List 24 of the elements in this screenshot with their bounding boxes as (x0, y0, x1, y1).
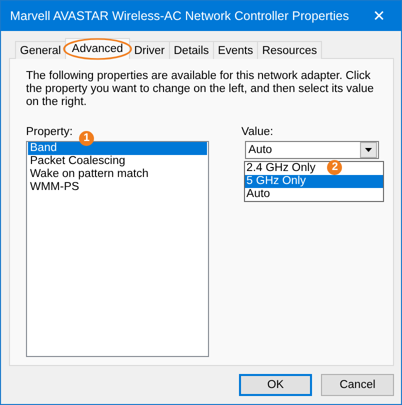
dropdown-arrow-icon (365, 148, 372, 152)
dropdown-option[interactable]: Auto (245, 188, 270, 201)
tab[interactable]: General (15, 41, 66, 59)
step-badge: 2 (327, 160, 342, 175)
tab[interactable]: Events (212, 41, 258, 59)
dropdown-option[interactable]: 2.4 GHz Only (245, 162, 316, 175)
property-item[interactable]: Wake on pattern match (28, 168, 208, 181)
tab[interactable]: Advanced (64, 38, 130, 59)
tab[interactable]: Details (168, 41, 214, 59)
property-label: Property: (26, 126, 73, 139)
cancel-button[interactable]: Cancel (321, 374, 394, 396)
property-item[interactable]: Band (28, 142, 208, 155)
ok-button[interactable]: OK (239, 374, 312, 396)
close-button[interactable]: ✕ (357, 1, 401, 31)
property-item[interactable]: WMM-PS (28, 181, 208, 194)
dropdown-option[interactable]: 5 GHz Only (245, 175, 384, 188)
value-label: Value: (241, 126, 274, 139)
tab[interactable]: Driver (129, 41, 170, 59)
step-badge: 1 (79, 131, 94, 146)
window-title: Marvell AVASTAR Wireless-AC Network Controller Properties (10, 9, 349, 23)
description-text: The following properties are available for this network adapter. Click the property you want to change on the left, and then select its value on the right. (26, 70, 375, 109)
property-item[interactable]: Packet Coalescing (28, 155, 208, 168)
tab[interactable]: Resources (257, 41, 322, 59)
value-dropdown[interactable]: Auto (245, 141, 379, 159)
